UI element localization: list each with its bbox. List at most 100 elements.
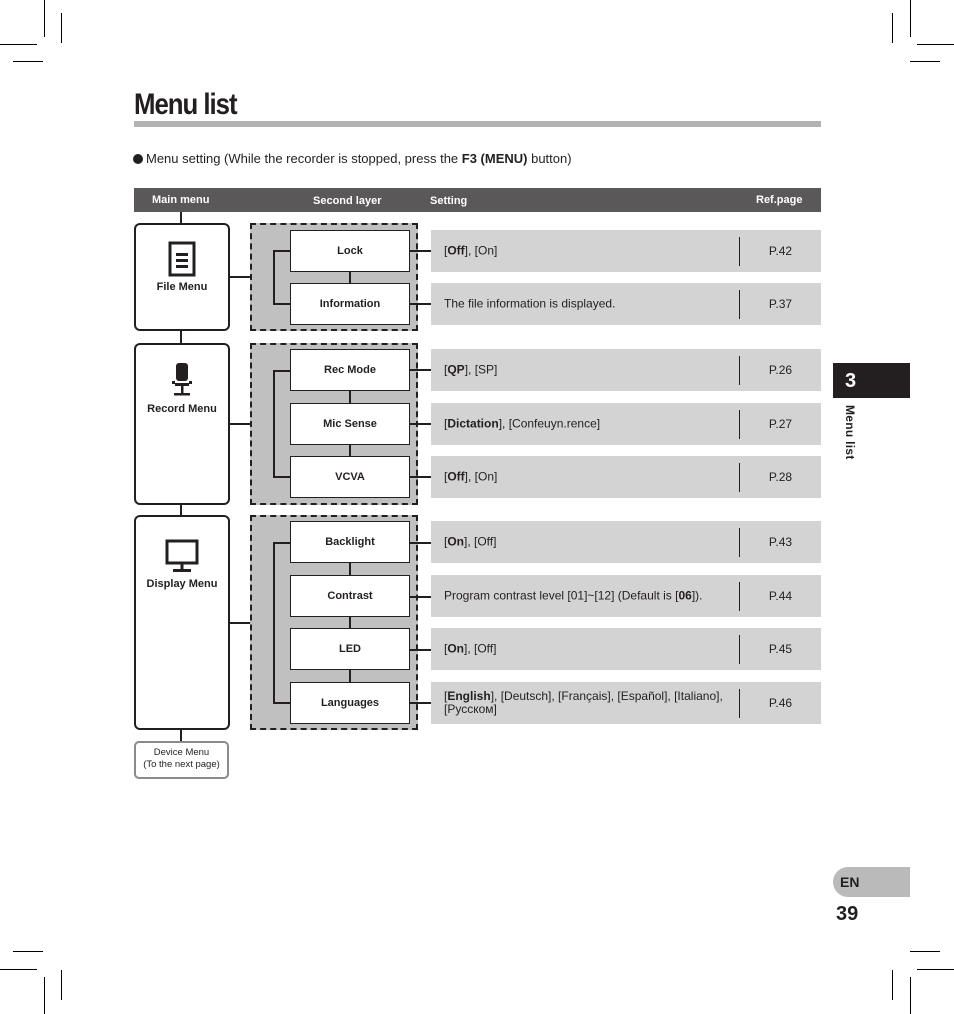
connector-line	[410, 542, 431, 544]
connector-line	[230, 423, 250, 425]
crop-mark	[61, 13, 62, 43]
header-setting: Setting	[430, 195, 468, 207]
submenu-backlight[interactable]: Backlight	[290, 521, 410, 563]
setting-row-mic-sense: [Dictation], [Confeuyn.rence] P.27	[431, 403, 821, 445]
ref-page: P.44	[768, 589, 793, 603]
submenu-label: Backlight	[325, 536, 375, 548]
intro-suffix: button)	[527, 151, 572, 166]
connector-line	[273, 542, 291, 544]
crop-mark	[13, 951, 43, 952]
setting-text: [QP], [SP]	[444, 362, 498, 377]
submenu-information[interactable]: Information	[290, 283, 410, 325]
ref-page: P.37	[768, 297, 793, 311]
submenu-label: Mic Sense	[323, 418, 377, 430]
submenu-label: LED	[339, 643, 361, 655]
submenu-label: Rec Mode	[324, 364, 376, 376]
submenu-led[interactable]: LED	[290, 628, 410, 670]
ref-page: P.46	[768, 696, 793, 710]
connector-line	[230, 622, 250, 624]
crop-mark	[910, 61, 940, 62]
connector-line	[273, 370, 291, 372]
crop-mark	[917, 969, 954, 970]
setting-text: [English], [Deutsch], [Français], [Españ…	[444, 689, 723, 716]
submenu-label: Languages	[320, 697, 380, 709]
submenu-label: Lock	[337, 245, 363, 257]
main-menu-record[interactable]: Record Menu	[134, 343, 230, 505]
connector-line	[410, 369, 431, 371]
crop-mark	[910, 0, 911, 37]
submenu-label: Information	[319, 298, 381, 310]
setting-text: [Off], [On]	[444, 469, 498, 484]
connector-line	[349, 271, 351, 283]
header-second-layer: Second layer	[313, 195, 382, 207]
connector-line	[410, 303, 431, 305]
crop-mark	[44, 0, 45, 37]
submenu-label: VCVA	[335, 471, 365, 483]
setting-text: [On], [Off]	[444, 534, 497, 549]
submenu-vcva[interactable]: VCVA	[290, 456, 410, 498]
ref-page: P.26	[768, 363, 793, 377]
ref-page: P.28	[768, 470, 793, 484]
connector-line	[410, 702, 431, 704]
connector-line	[273, 303, 291, 305]
setting-row-rec-mode: [QP], [SP] P.26	[431, 349, 821, 391]
connector-line	[410, 476, 431, 478]
document-icon	[168, 241, 196, 277]
crop-mark	[892, 970, 893, 1000]
setting-row-led: [On], [Off] P.45	[431, 628, 821, 670]
setting-row-information: The file information is displayed. P.37	[431, 283, 821, 325]
crop-mark	[917, 44, 954, 45]
submenu-contrast[interactable]: Contrast	[290, 575, 410, 617]
submenu-mic-sense[interactable]: Mic Sense	[290, 403, 410, 445]
submenu-label: Contrast	[327, 590, 373, 602]
connector-line	[410, 596, 431, 598]
ref-page: P.42	[768, 244, 793, 258]
crop-mark	[61, 970, 62, 1000]
connector-line	[349, 390, 351, 404]
chapter-label: Menu list	[843, 405, 857, 460]
submenu-rec-mode[interactable]: Rec Mode	[290, 349, 410, 391]
main-menu-label: Record Menu	[147, 403, 217, 415]
submenu-languages[interactable]: Languages	[290, 682, 410, 724]
page-number: 39	[836, 903, 859, 925]
intro-button-name: F3 (MENU)	[461, 151, 528, 166]
table-header: Main menu Second layer Setting Ref.page	[134, 188, 821, 212]
crop-mark	[0, 969, 37, 970]
crop-mark	[13, 61, 43, 62]
submenu-lock[interactable]: Lock	[290, 230, 410, 272]
title-rule	[134, 121, 821, 127]
connector-line	[230, 276, 250, 278]
device-menu-note: (To the next page)	[143, 759, 220, 770]
connector-line	[273, 250, 275, 304]
crop-mark	[0, 44, 37, 45]
ref-page: P.45	[768, 642, 793, 656]
crop-mark	[44, 977, 45, 1014]
device-menu-box[interactable]: Device Menu (To the next page)	[134, 741, 229, 779]
header-main-menu: Main menu	[152, 194, 210, 206]
main-menu-display[interactable]: Display Menu	[134, 515, 230, 730]
ref-page: P.43	[768, 535, 793, 549]
connector-line	[410, 423, 431, 425]
connector-line	[273, 542, 275, 703]
connector-line	[180, 330, 182, 344]
setting-text: The file information is displayed.	[444, 296, 616, 311]
page-title: Menu list	[134, 88, 238, 121]
setting-text: Program contrast level [01]~[12] (Defaul…	[444, 588, 703, 603]
microphone-icon	[172, 363, 192, 396]
monitor-icon	[165, 539, 199, 572]
chapter-tab: 3	[833, 363, 910, 398]
language-tab: EN	[833, 867, 910, 897]
ref-page: P.27	[768, 417, 793, 431]
main-menu-file[interactable]: File Menu	[134, 223, 230, 331]
connector-line	[273, 370, 275, 477]
setting-row-backlight: [On], [Off] P.43	[431, 521, 821, 563]
crop-mark	[910, 951, 940, 952]
crop-mark	[910, 977, 911, 1014]
connector-line	[273, 476, 291, 478]
intro-prefix: Menu setting (While the recorder is stop…	[146, 151, 462, 166]
header-ref-page: Ref.page	[756, 194, 803, 206]
setting-text: [On], [Off]	[444, 641, 497, 656]
main-menu-label: File Menu	[156, 281, 208, 293]
connector-line	[273, 702, 291, 704]
setting-row-languages: [English], [Deutsch], [Français], [Españ…	[431, 682, 821, 724]
